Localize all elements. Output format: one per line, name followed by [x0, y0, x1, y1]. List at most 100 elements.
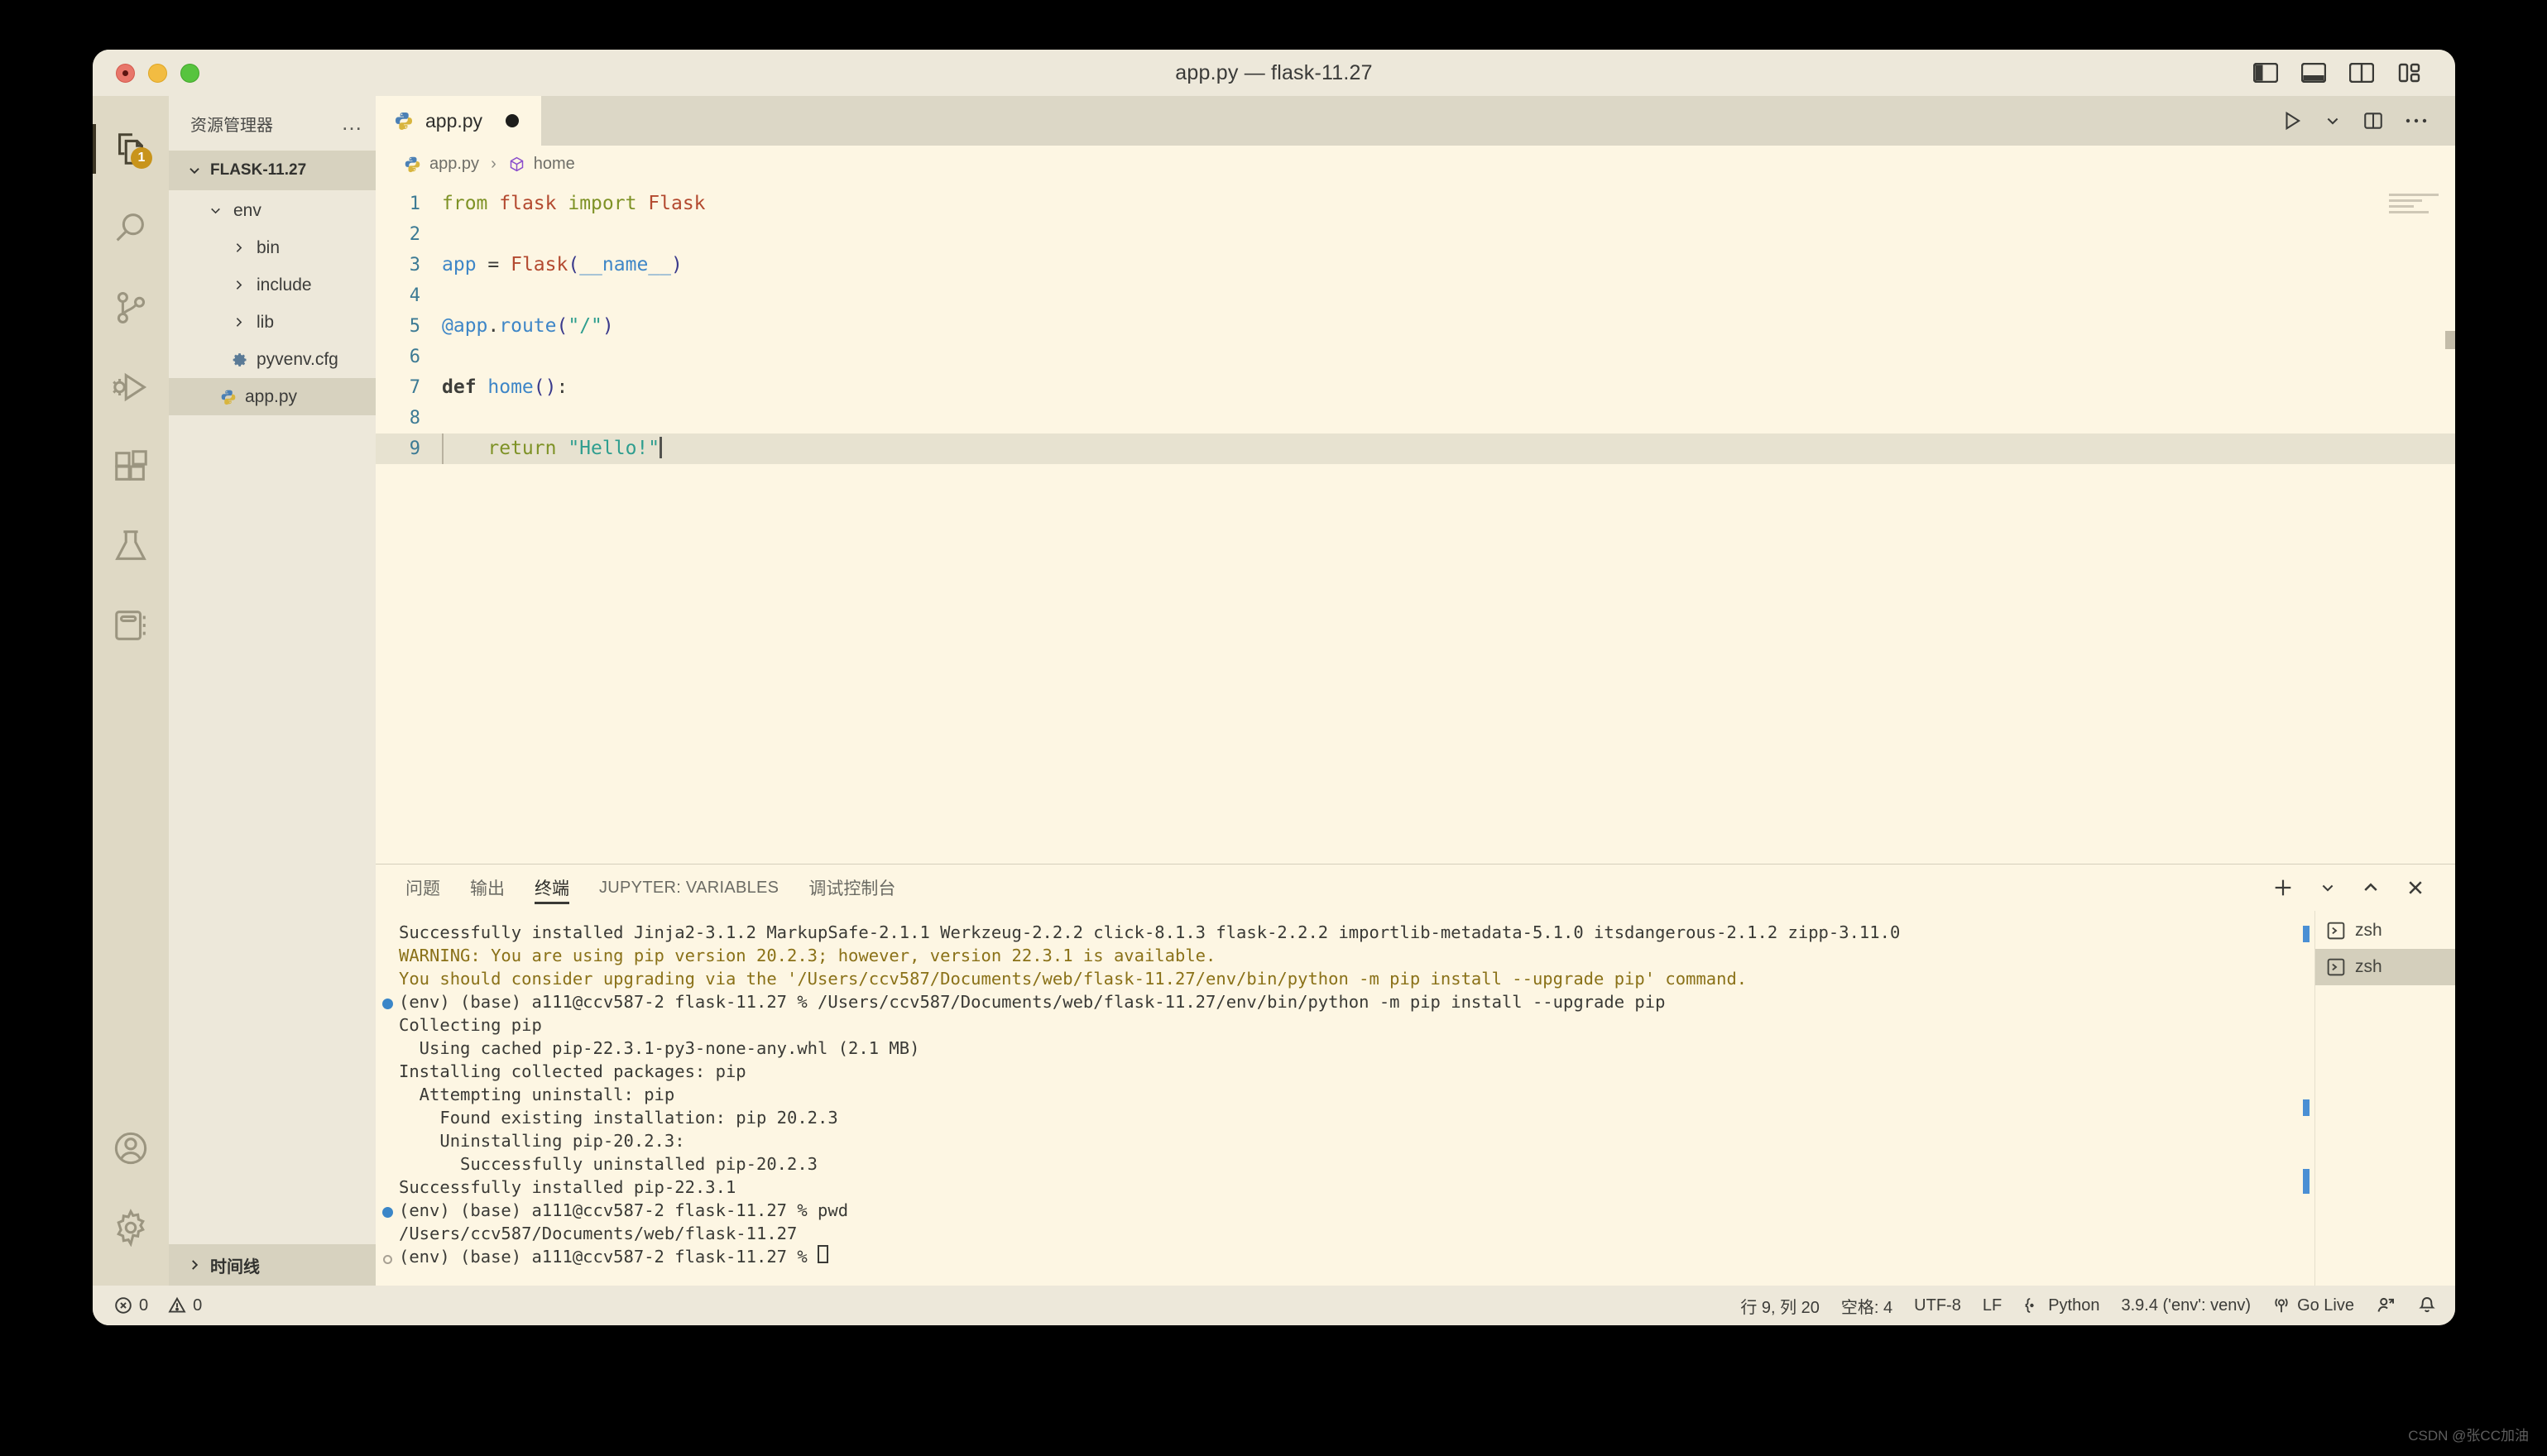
minimize-window-button[interactable]: [148, 63, 167, 83]
code-line: 5 @app.route("/"): [376, 311, 2455, 342]
tree-item-pyvenv-cfg[interactable]: pyvenv.cfg: [169, 341, 376, 378]
status-errors[interactable]: 0: [114, 1296, 148, 1315]
status-cursor-position[interactable]: 行 9, 列 20: [1740, 1294, 1820, 1318]
customize-layout-icon[interactable]: [2397, 63, 2422, 83]
panel-tab-terminal[interactable]: 终端: [535, 864, 569, 911]
tab-app-py[interactable]: app.py: [376, 96, 541, 146]
run-dropdown-icon[interactable]: [2324, 113, 2341, 129]
maximize-panel-icon[interactable]: [2361, 878, 2381, 898]
terminal-line-text: You should consider upgrading via the '/…: [399, 969, 1748, 989]
terminal-output[interactable]: Successfully installed Jinja2-3.1.2 Mark…: [376, 911, 2314, 1286]
editor-more-actions-icon[interactable]: [2406, 117, 2427, 125]
activity-manage-settings[interactable]: [93, 1188, 169, 1267]
tree-item-env[interactable]: env: [169, 192, 376, 229]
text-cursor: [660, 437, 663, 458]
terminal-line: Installing collected packages: pip: [376, 1060, 2314, 1083]
panel-body: Successfully installed Jinja2-3.1.2 Mark…: [376, 911, 2455, 1286]
tree-item-label: lib: [257, 312, 275, 332]
terminal-line-mark: [376, 921, 399, 922]
status-language-mode[interactable]: Python: [2023, 1296, 2099, 1315]
terminal-icon: [2327, 958, 2345, 976]
chevron-down-icon: [209, 204, 225, 218]
line-content: app = Flask(__name__): [442, 254, 683, 275]
broadcast-icon: [2272, 1296, 2290, 1315]
status-indentation[interactable]: 空格: 4: [1841, 1294, 1892, 1318]
terminal-line-text: (env) (base) a111@ccv587-2 flask-11.27 %…: [399, 1200, 849, 1220]
close-panel-icon[interactable]: [2406, 878, 2425, 898]
window-traffic-lights: [116, 63, 199, 83]
status-python-interpreter[interactable]: 3.9.4 ('env': venv): [2121, 1296, 2251, 1315]
activity-accounts[interactable]: [93, 1109, 169, 1188]
activity-run-and-debug[interactable]: [93, 347, 169, 427]
status-warnings[interactable]: 0: [168, 1296, 202, 1315]
maximize-window-button[interactable]: [180, 63, 199, 83]
terminal-line: Collecting pip: [376, 1013, 2314, 1037]
status-go-live[interactable]: Go Live: [2272, 1296, 2354, 1315]
code-line: 1 from flask import Flask: [376, 189, 2455, 219]
terminal-line: (env) (base) a111@ccv587-2 flask-11.27 %…: [376, 990, 2314, 1013]
status-left: 0 0: [114, 1296, 202, 1315]
error-count: 0: [139, 1296, 149, 1315]
toggle-panel-icon[interactable]: [2301, 63, 2326, 83]
tree-item-bin[interactable]: bin: [169, 229, 376, 266]
activity-testing[interactable]: [93, 506, 169, 586]
terminal-line-text: (env) (base) a111@ccv587-2 flask-11.27 %…: [399, 992, 1666, 1012]
chevron-right-icon: [232, 315, 248, 329]
notifications-bell-icon[interactable]: [2417, 1296, 2437, 1315]
tree-item-label: bin: [257, 237, 281, 257]
terminal-tab-item-selected[interactable]: zsh: [2315, 949, 2455, 985]
close-window-button[interactable]: [116, 63, 135, 83]
tree-item-lib[interactable]: lib: [169, 304, 376, 341]
activity-search[interactable]: [93, 189, 169, 268]
tree-item-app-py[interactable]: app.py: [169, 378, 376, 415]
panel-tab-jupyter-variables[interactable]: JUPYTER: VARIABLES: [599, 864, 779, 911]
run-python-file-icon[interactable]: [2281, 110, 2303, 132]
window-title: app.py — flask-11.27: [1175, 60, 1373, 84]
breadcrumb-file[interactable]: app.py: [429, 155, 479, 174]
chevron-right-icon: ›: [491, 154, 496, 173]
editor-tab-bar: app.py: [376, 96, 2455, 146]
split-editor-icon[interactable]: [2362, 110, 2384, 132]
activity-source-control[interactable]: [93, 268, 169, 347]
line-content: def home():: [442, 376, 568, 398]
explorer-root-folder[interactable]: FLASK-11.27: [169, 151, 376, 190]
terminal-line: Attempting uninstall: pip: [376, 1083, 2314, 1106]
symbol-method-icon: [508, 156, 525, 173]
breadcrumb-symbol[interactable]: home: [534, 155, 575, 174]
tab-label: app.py: [425, 109, 483, 132]
terminal-line-mark: [376, 1083, 399, 1085]
code-lines: 1 from flask import Flask 2 3 app = Flas…: [376, 182, 2455, 464]
terminal-line-mark: [376, 1060, 399, 1061]
terminal-line-mark: [376, 1129, 399, 1131]
status-encoding[interactable]: UTF-8: [1914, 1296, 1961, 1315]
panel-tab-problems[interactable]: 问题: [405, 864, 440, 911]
timeline-section-header[interactable]: 时间线: [169, 1244, 376, 1286]
toggle-primary-sidebar-icon[interactable]: [2253, 63, 2278, 83]
terminal-line-text: Attempting uninstall: pip: [399, 1085, 675, 1104]
terminal-dropdown-icon[interactable]: [2319, 879, 2336, 896]
status-bar: 0 0 行 9, 列 20 空格: 4 UTF-8 LF Python 3.9.…: [93, 1286, 2455, 1325]
status-eol[interactable]: LF: [1983, 1296, 2002, 1315]
terminal-line-mark: [376, 967, 399, 969]
code-editor[interactable]: 1 from flask import Flask 2 3 app = Flas…: [376, 182, 2455, 864]
editor-tab-actions: [2281, 96, 2455, 146]
terminal-line-mark: [376, 1106, 399, 1108]
warning-icon: [168, 1296, 186, 1315]
tree-item-include[interactable]: include: [169, 266, 376, 304]
panel-tab-output[interactable]: 输出: [470, 864, 505, 911]
remote-feedback-icon[interactable]: [2376, 1296, 2396, 1315]
activity-extensions[interactable]: [93, 427, 169, 506]
command-marker-icon: [376, 1199, 399, 1224]
line-number: 2: [409, 224, 420, 245]
activity-notebook[interactable]: [93, 586, 169, 665]
activity-explorer[interactable]: 1: [93, 109, 169, 189]
new-terminal-icon[interactable]: [2271, 876, 2295, 899]
unsaved-indicator-icon[interactable]: [506, 114, 520, 127]
terminal-tab-item[interactable]: zsh: [2315, 912, 2455, 949]
explorer-more-actions-icon[interactable]: …: [341, 113, 364, 133]
explorer-title: 资源管理器: [190, 116, 273, 135]
panel-tab-debug-console[interactable]: 调试控制台: [808, 864, 895, 911]
python-icon: [394, 111, 414, 131]
chevron-right-icon: [232, 241, 248, 255]
toggle-secondary-sidebar-icon[interactable]: [2349, 63, 2374, 83]
